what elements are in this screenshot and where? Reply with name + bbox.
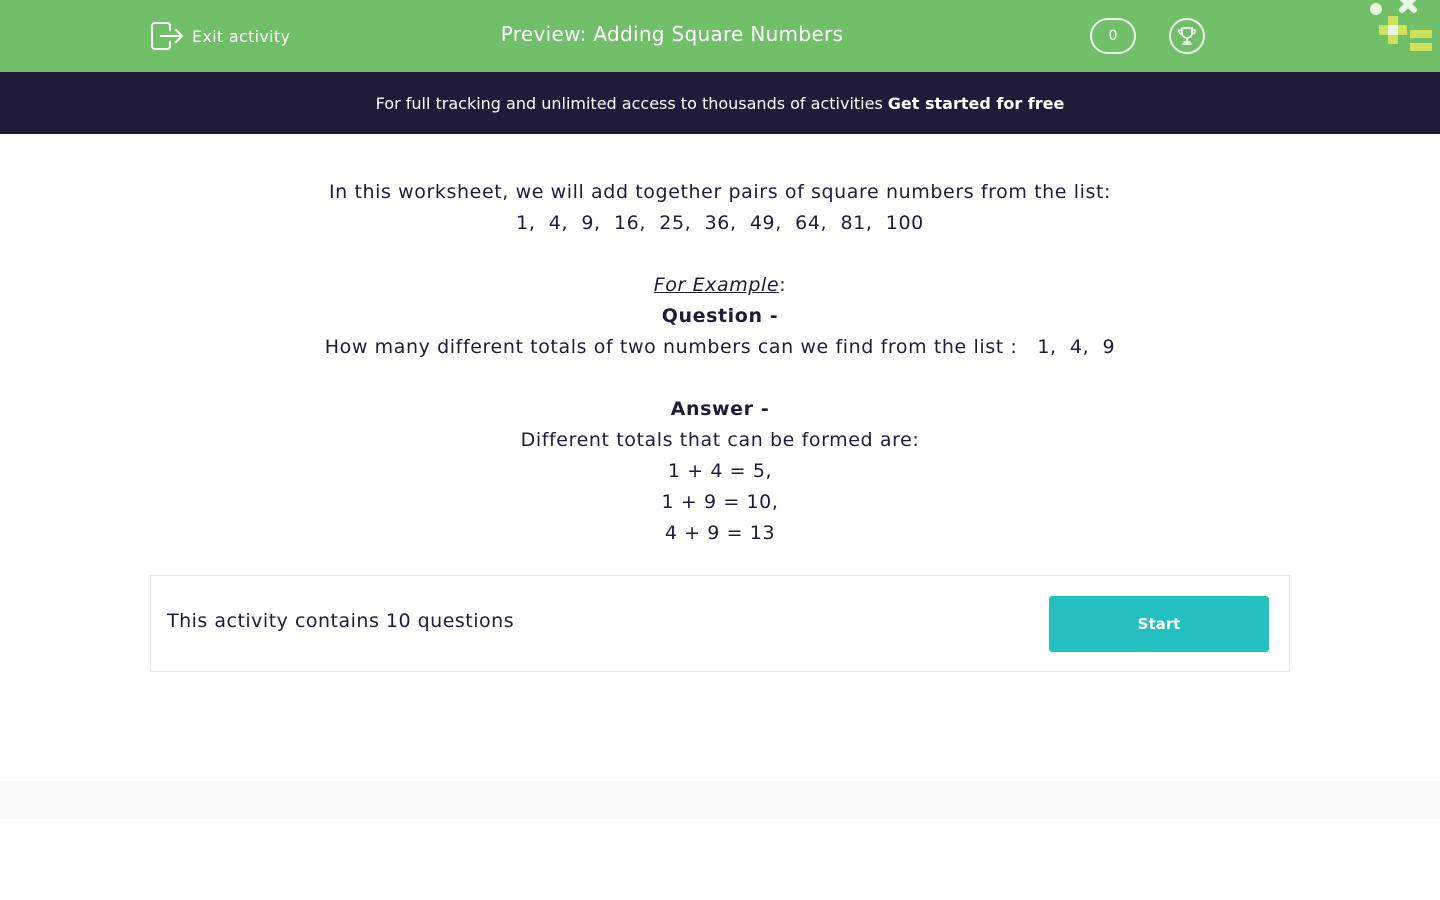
square-numbers-list: 1, 4, 9, 16, 25, 36, 49, 64, 81, 100 xyxy=(516,212,924,234)
answer-line: 1 + 9 = 10, xyxy=(661,491,779,513)
example-colon: : xyxy=(779,274,787,296)
example-heading: For Example: xyxy=(150,270,1290,301)
trophy-icon xyxy=(1178,27,1196,45)
math-symbols-logo xyxy=(1370,0,1432,51)
top-header: Exit activity Preview: Adding Square Num… xyxy=(0,0,1440,72)
intro-text: In this worksheet, we will add together … xyxy=(328,181,1112,203)
exit-icon xyxy=(151,22,183,50)
get-started-link[interactable]: Get started for free xyxy=(888,94,1065,113)
example-label: For Example xyxy=(653,274,780,296)
trophy-button[interactable] xyxy=(1169,18,1205,54)
answer-heading: Answer - xyxy=(670,398,770,420)
activity-card: This activity contains 10 questions Star… xyxy=(150,575,1290,672)
question-heading: Question - xyxy=(661,305,779,327)
promo-banner-text: For full tracking and unlimited access t… xyxy=(375,93,883,113)
page-title: Preview: Adding Square Numbers xyxy=(500,22,844,46)
footer-strip xyxy=(0,781,1440,819)
activity-intro: In this worksheet, we will add together … xyxy=(150,177,1290,549)
answer-intro: Different totals that can be formed are: xyxy=(520,429,920,451)
start-button[interactable]: Start xyxy=(1049,596,1269,652)
score-counter: 0 xyxy=(1090,18,1136,54)
answer-line: 4 + 9 = 13 xyxy=(664,522,776,544)
exit-activity-label: Exit activity xyxy=(192,26,291,46)
exit-activity-button[interactable]: Exit activity xyxy=(150,20,290,52)
question-count-text: This activity contains 10 questions xyxy=(167,610,515,632)
answer-line: 1 + 4 = 5, xyxy=(667,460,773,482)
question-text: How many different totals of two numbers… xyxy=(324,336,1116,358)
promo-banner: For full tracking and unlimited access t… xyxy=(0,72,1440,134)
